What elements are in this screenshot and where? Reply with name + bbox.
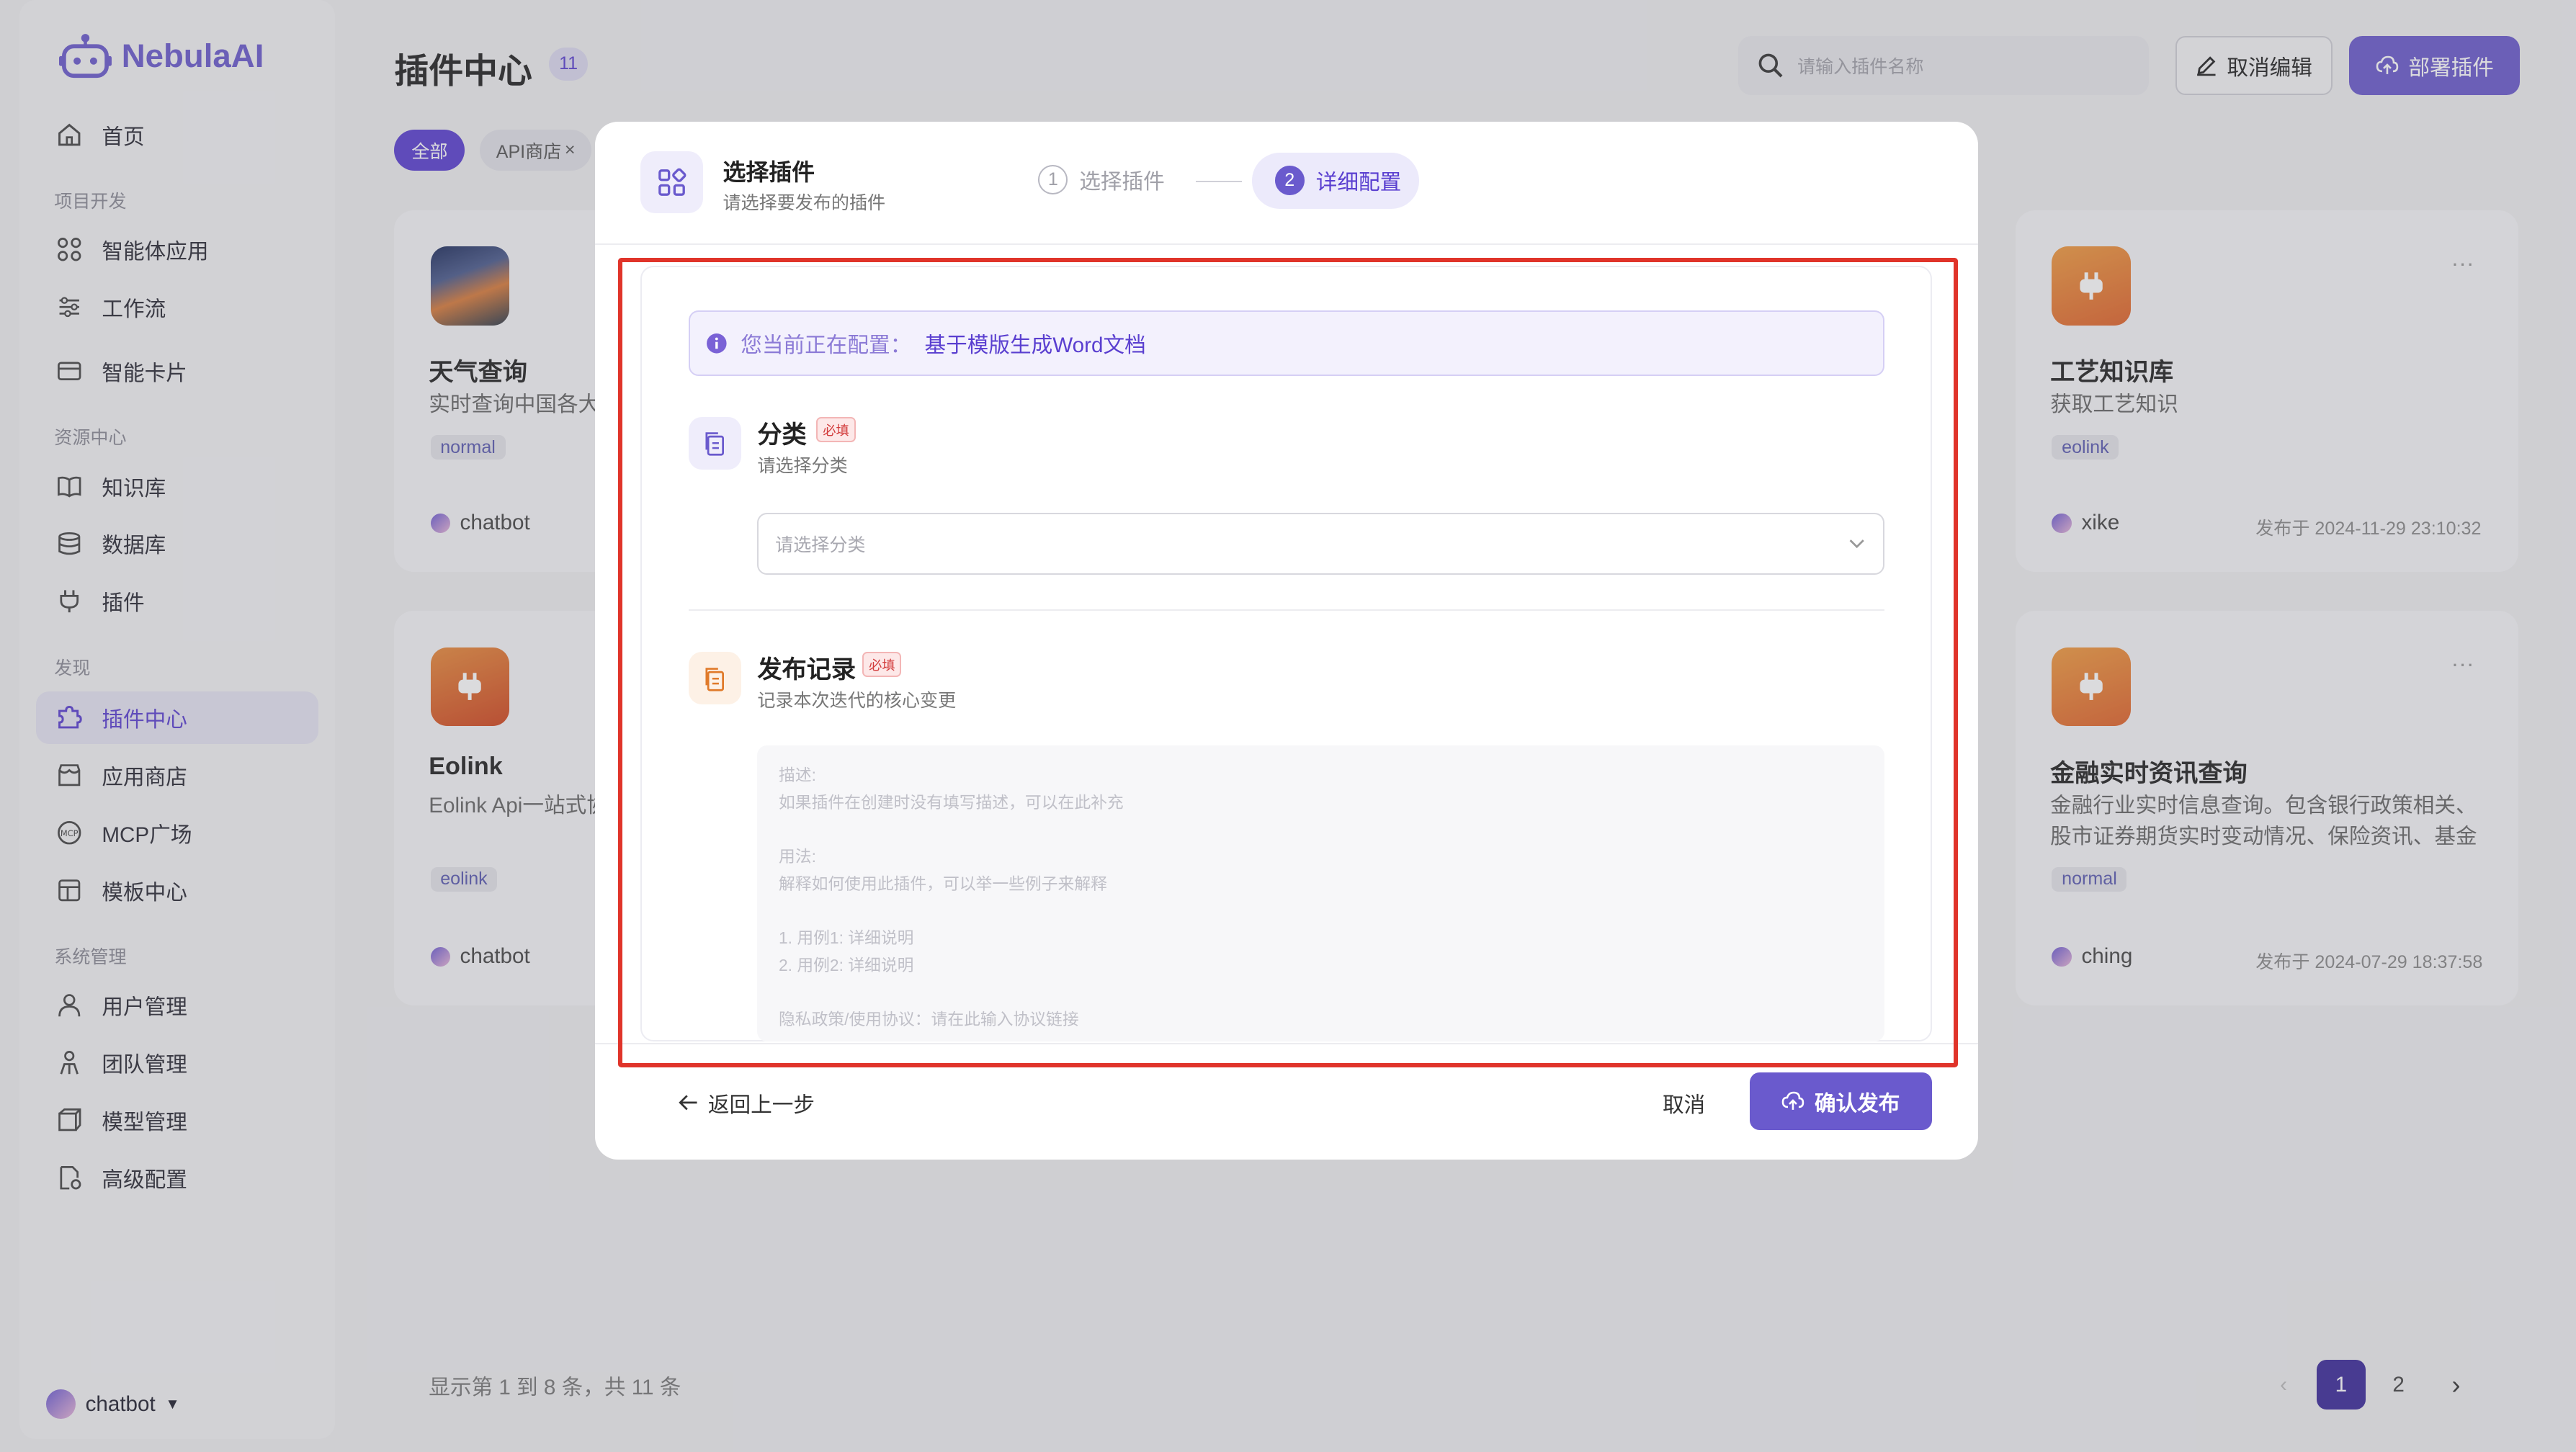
step-label: 选择插件: [1079, 170, 1165, 194]
cloud-upload-icon: [1782, 1091, 1804, 1111]
modal-subtitle: 请选择要发布的插件: [723, 193, 886, 214]
confirm-publish-button[interactable]: 确认发布: [1749, 1072, 1932, 1131]
cancel-button[interactable]: 取消: [1663, 1088, 1705, 1119]
arrow-left-icon: [678, 1095, 697, 1111]
divider: [594, 243, 1978, 245]
highlight-box: [617, 258, 1959, 1068]
step-detail-config[interactable]: 2 详细配置: [1251, 153, 1420, 209]
modal-title: 选择插件: [723, 159, 815, 186]
step-number: 2: [1274, 166, 1305, 196]
step-number: 1: [1038, 165, 1068, 195]
back-button[interactable]: 返回上一步: [677, 1088, 815, 1119]
step-connector: [1196, 180, 1243, 183]
back-label: 返回上一步: [707, 1093, 815, 1117]
step-select-plugin[interactable]: 1 选择插件: [1038, 164, 1165, 195]
apps-grid-icon: [640, 151, 704, 214]
step-label: 详细配置: [1315, 171, 1402, 195]
confirm-label: 确认发布: [1814, 1091, 1900, 1116]
